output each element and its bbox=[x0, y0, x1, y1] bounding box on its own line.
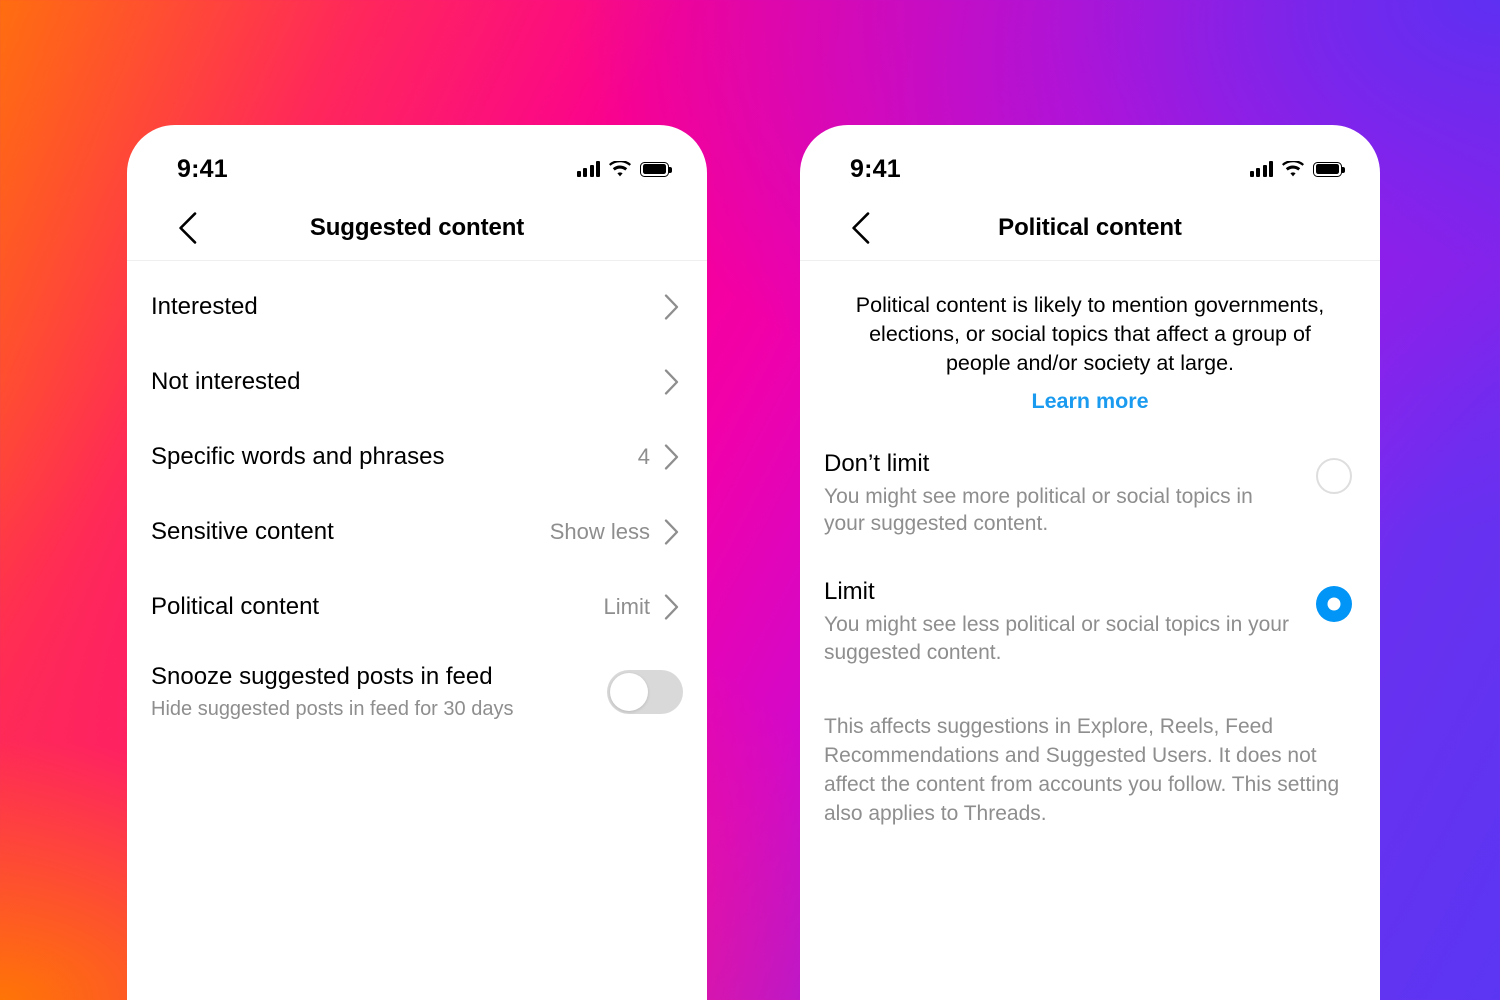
status-time: 9:41 bbox=[850, 154, 901, 183]
row-accessory: Limit bbox=[604, 594, 679, 620]
row-accessory: Show less bbox=[550, 519, 679, 545]
option-title: Don’t limit bbox=[824, 449, 930, 477]
option-description: You might see less political or social t… bbox=[824, 613, 1289, 665]
navbar-right: Political content bbox=[800, 195, 1380, 261]
radio-button-limit[interactable] bbox=[1316, 586, 1352, 623]
chevron-right-icon bbox=[664, 443, 679, 470]
page-title-right: Political content bbox=[998, 213, 1182, 241]
cellular-signal-icon bbox=[1249, 161, 1273, 177]
screenshot-stage: 9:41 Suggested content Interested Not in… bbox=[0, 0, 1500, 1000]
chevron-right-icon bbox=[664, 518, 679, 545]
snooze-label: Snooze suggested posts in feed bbox=[151, 663, 493, 691]
list-item-label: Political content bbox=[151, 592, 320, 620]
intro-section: Political content is likely to mention g… bbox=[800, 261, 1380, 414]
row-text: Not interested bbox=[151, 368, 300, 396]
intro-description: Political content is likely to mention g… bbox=[855, 293, 1325, 376]
snooze-sublabel: Hide suggested posts in feed for 30 days bbox=[151, 697, 514, 720]
navbar-left: Suggested content bbox=[127, 195, 707, 261]
list-item-snooze-suggested-posts[interactable]: Snooze suggested posts in feed Hide sugg… bbox=[127, 644, 707, 740]
wifi-icon bbox=[609, 160, 631, 178]
battery-full-icon bbox=[640, 161, 672, 177]
row-text: Political content bbox=[151, 593, 319, 621]
chevron-right-icon bbox=[664, 293, 679, 320]
row-accessory: 4 bbox=[638, 444, 679, 470]
cellular-signal-icon bbox=[576, 161, 600, 177]
row-text: Interested bbox=[151, 293, 258, 321]
chevron-left-icon bbox=[851, 211, 869, 244]
list-item-political-content[interactable]: Political content Limit bbox=[127, 569, 707, 644]
status-indicators bbox=[576, 160, 672, 178]
chevron-right-icon bbox=[664, 593, 679, 620]
option-text: Don’t limit You might see more political… bbox=[824, 450, 1296, 539]
row-text: Snooze suggested posts in feed Hide sugg… bbox=[151, 663, 513, 721]
list-item-label: Interested bbox=[151, 292, 258, 320]
suggested-content-list: Interested Not interested Specific words… bbox=[127, 261, 707, 740]
list-item-sensitive-content[interactable]: Sensitive content Show less bbox=[127, 494, 707, 569]
list-item-label: Not interested bbox=[151, 367, 301, 395]
option-description: You might see more political or social t… bbox=[824, 484, 1253, 536]
list-item-interested[interactable]: Interested bbox=[127, 269, 707, 344]
back-button-left[interactable] bbox=[167, 208, 207, 248]
status-time: 9:41 bbox=[177, 154, 228, 183]
page-title-left: Suggested content bbox=[309, 213, 525, 241]
status-bar-left: 9:41 bbox=[127, 125, 707, 195]
list-item-value: 4 bbox=[637, 443, 650, 469]
learn-more-link[interactable]: Learn more bbox=[1031, 389, 1148, 414]
battery-full-icon bbox=[1313, 161, 1345, 177]
row-text: Sensitive content bbox=[151, 518, 334, 546]
list-item-value: Limit bbox=[603, 593, 650, 619]
row-accessory bbox=[650, 368, 679, 395]
row-text: Specific words and phrases bbox=[151, 443, 444, 471]
list-item-label: Specific words and phrases bbox=[151, 442, 445, 470]
footnote-text: This affects suggestions in Explore, Ree… bbox=[824, 714, 1340, 825]
row-accessory bbox=[650, 293, 679, 320]
option-dont-limit[interactable]: Don’t limit You might see more political… bbox=[824, 450, 1352, 539]
chevron-left-icon bbox=[178, 211, 196, 244]
wifi-icon bbox=[1282, 160, 1304, 178]
toggle-knob bbox=[610, 673, 648, 711]
option-limit[interactable]: Limit You might see less political or so… bbox=[824, 578, 1352, 667]
political-content-options: Don’t limit You might see more political… bbox=[800, 414, 1380, 667]
list-item-not-interested[interactable]: Not interested bbox=[127, 344, 707, 419]
option-title: Limit bbox=[824, 578, 875, 606]
list-item-label: Sensitive content bbox=[151, 517, 334, 545]
status-indicators bbox=[1249, 160, 1345, 178]
snooze-toggle-switch[interactable] bbox=[607, 670, 683, 714]
back-button-right[interactable] bbox=[840, 208, 880, 248]
phone-political-content: 9:41 Political content Political content… bbox=[800, 125, 1380, 1000]
list-item-specific-words-and-phrases[interactable]: Specific words and phrases 4 bbox=[127, 419, 707, 494]
status-bar-right: 9:41 bbox=[800, 125, 1380, 195]
chevron-right-icon bbox=[664, 368, 679, 395]
phone-suggested-content: 9:41 Suggested content Interested Not in… bbox=[127, 125, 707, 1000]
list-item-value: Show less bbox=[549, 518, 650, 544]
radio-button-dont-limit[interactable] bbox=[1316, 457, 1352, 494]
option-text: Limit You might see less political or so… bbox=[824, 578, 1296, 667]
